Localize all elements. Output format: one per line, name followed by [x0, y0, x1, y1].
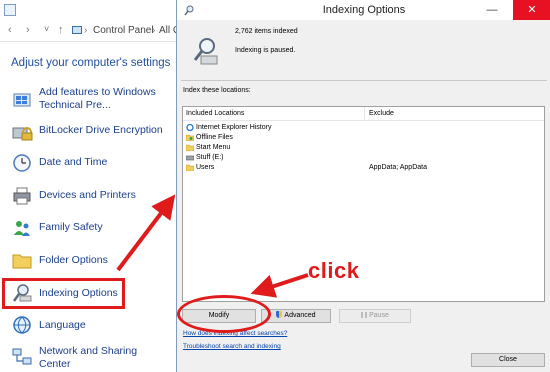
annotation-click-label: click — [308, 258, 360, 283]
annotation-arrow-to-dialog — [116, 194, 176, 272]
annotation-arrows — [116, 194, 309, 298]
annotation-arrow-to-modify — [250, 273, 309, 298]
